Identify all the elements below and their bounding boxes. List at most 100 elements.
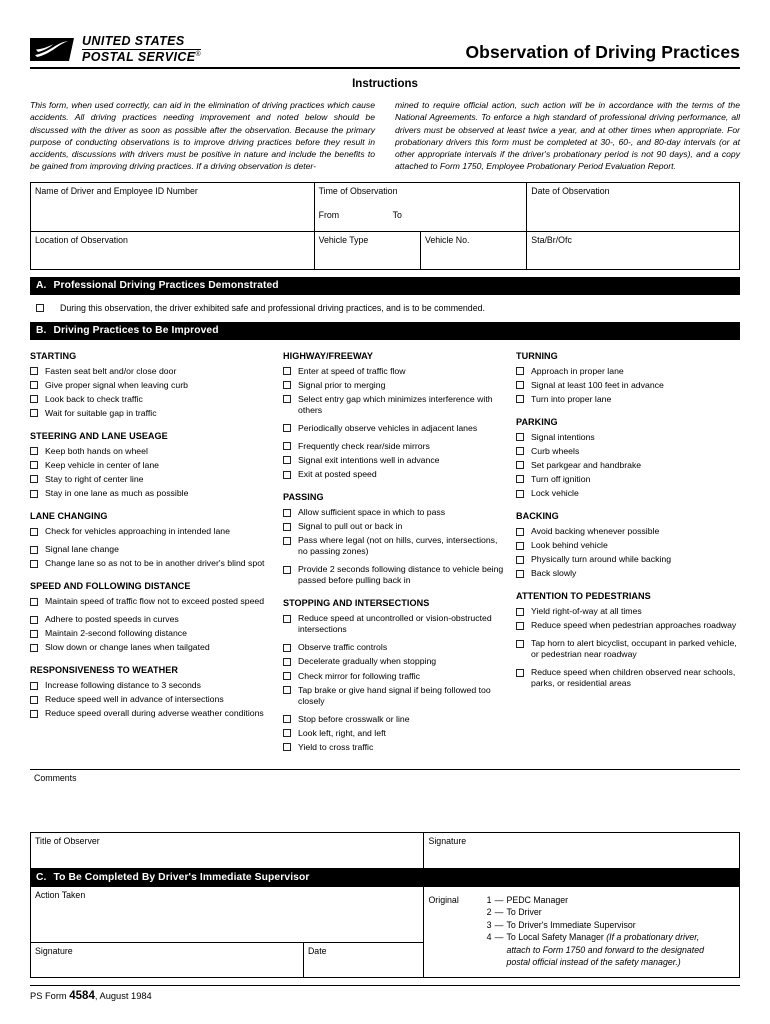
checkbox[interactable] bbox=[30, 709, 38, 718]
practice-item[interactable]: Reduce speed when children observed near… bbox=[516, 667, 740, 689]
field-sta-br-ofc[interactable]: Sta/Br/Ofc bbox=[526, 230, 740, 270]
practice-item[interactable]: Look behind vehicle bbox=[516, 540, 740, 551]
checkbox[interactable] bbox=[283, 424, 291, 433]
field-action-taken[interactable]: Action Taken bbox=[29, 886, 425, 943]
practice-item[interactable]: Check mirror for following traffic bbox=[283, 671, 508, 682]
practice-item[interactable]: Signal intentions bbox=[516, 432, 740, 443]
practice-item[interactable]: Fasten seat belt and/or close door bbox=[30, 366, 275, 377]
practice-item[interactable]: Turn off ignition bbox=[516, 474, 740, 485]
practice-item[interactable]: Avoid backing whenever possible bbox=[516, 526, 740, 537]
checkbox[interactable] bbox=[30, 695, 38, 704]
checkbox[interactable] bbox=[516, 447, 524, 456]
practice-item[interactable]: Maintain 2-second following distance bbox=[30, 628, 275, 639]
practice-item[interactable]: Check for vehicles approaching in intend… bbox=[30, 526, 275, 537]
checkbox[interactable] bbox=[30, 527, 38, 536]
field-name-of-driver[interactable]: Name of Driver and Employee ID Number bbox=[30, 181, 315, 232]
practice-item[interactable]: Back slowly bbox=[516, 568, 740, 579]
checkbox[interactable] bbox=[283, 672, 291, 681]
practice-item[interactable]: Stay to right of center line bbox=[30, 474, 275, 485]
checkbox[interactable] bbox=[516, 381, 524, 390]
checkbox[interactable] bbox=[30, 395, 38, 404]
field-location-of-observation[interactable]: Location of Observation bbox=[30, 230, 315, 270]
practice-item[interactable]: Stay in one lane as much as possible bbox=[30, 488, 275, 499]
field-supervisor-signature[interactable]: Signature bbox=[30, 941, 304, 978]
checkbox[interactable] bbox=[516, 668, 524, 677]
checkbox-commended[interactable] bbox=[36, 304, 44, 313]
practice-item[interactable]: Signal lane change bbox=[30, 544, 275, 555]
checkbox[interactable] bbox=[283, 536, 291, 545]
checkbox[interactable] bbox=[516, 555, 524, 564]
practice-item[interactable]: Lock vehicle bbox=[516, 488, 740, 499]
checkbox[interactable] bbox=[283, 657, 291, 666]
checkbox[interactable] bbox=[30, 545, 38, 554]
checkbox[interactable] bbox=[30, 629, 38, 638]
practice-item[interactable]: Observe traffic controls bbox=[283, 642, 508, 653]
checkbox[interactable] bbox=[516, 489, 524, 498]
practice-item[interactable]: Increase following distance to 3 seconds bbox=[30, 680, 275, 691]
checkbox[interactable] bbox=[516, 569, 524, 578]
checkbox[interactable] bbox=[516, 607, 524, 616]
field-observer-signature[interactable]: Signature bbox=[423, 831, 740, 869]
checkbox[interactable] bbox=[516, 367, 524, 376]
practice-item[interactable]: Approach in proper lane bbox=[516, 366, 740, 377]
practice-item[interactable]: Exit at posted speed bbox=[283, 469, 508, 480]
checkbox[interactable] bbox=[516, 433, 524, 442]
checkbox[interactable] bbox=[30, 681, 38, 690]
checkbox[interactable] bbox=[30, 559, 38, 568]
checkbox[interactable] bbox=[516, 621, 524, 630]
practice-item[interactable]: Look back to check traffic bbox=[30, 394, 275, 405]
checkbox[interactable] bbox=[516, 475, 524, 484]
practice-item[interactable]: Reduce speed overall during adverse weat… bbox=[30, 708, 275, 719]
practice-item[interactable]: Maintain speed of traffic flow not to ex… bbox=[30, 596, 275, 607]
practice-item[interactable]: Allow sufficient space in which to pass bbox=[283, 507, 508, 518]
practice-item[interactable]: Tap horn to alert bicyclist, occupant in… bbox=[516, 638, 740, 660]
checkbox[interactable] bbox=[283, 715, 291, 724]
checkbox[interactable] bbox=[283, 442, 291, 451]
field-vehicle-no[interactable]: Vehicle No. bbox=[419, 230, 528, 270]
checkbox[interactable] bbox=[283, 470, 291, 479]
practice-item[interactable]: Give proper signal when leaving curb bbox=[30, 380, 275, 391]
checkbox[interactable] bbox=[283, 729, 291, 738]
field-vehicle-type[interactable]: Vehicle Type bbox=[313, 230, 421, 270]
practice-item[interactable]: Keep both hands on wheel bbox=[30, 446, 275, 457]
checkbox[interactable] bbox=[30, 409, 38, 418]
practice-item[interactable]: Reduce speed when pedestrian approaches … bbox=[516, 620, 740, 631]
checkbox[interactable] bbox=[283, 508, 291, 517]
practice-item[interactable]: Periodically observe vehicles in adjacen… bbox=[283, 423, 508, 434]
checkbox[interactable] bbox=[30, 489, 38, 498]
checkbox[interactable] bbox=[30, 475, 38, 484]
practice-item[interactable]: Yield to cross traffic bbox=[283, 742, 508, 753]
checkbox[interactable] bbox=[283, 381, 291, 390]
checkbox[interactable] bbox=[30, 615, 38, 624]
practice-item[interactable]: Slow down or change lanes when tailgated bbox=[30, 642, 275, 653]
checkbox[interactable] bbox=[30, 597, 38, 606]
checkbox[interactable] bbox=[30, 367, 38, 376]
practice-item[interactable]: Turn into proper lane bbox=[516, 394, 740, 405]
practice-item[interactable]: Reduce speed at uncontrolled or vision-o… bbox=[283, 613, 508, 635]
checkbox[interactable] bbox=[283, 686, 291, 695]
checkbox[interactable] bbox=[283, 456, 291, 465]
practice-item[interactable]: Enter at speed of traffic flow bbox=[283, 366, 508, 377]
practice-item[interactable]: Yield right-of-way at all times bbox=[516, 606, 740, 617]
checkbox[interactable] bbox=[30, 381, 38, 390]
checkbox[interactable] bbox=[30, 447, 38, 456]
practice-item[interactable]: Reduce speed well in advance of intersec… bbox=[30, 694, 275, 705]
checkbox[interactable] bbox=[283, 614, 291, 623]
field-title-of-observer[interactable]: Title of Observer bbox=[29, 831, 425, 869]
practice-item[interactable]: Keep vehicle in center of lane bbox=[30, 460, 275, 471]
checkbox[interactable] bbox=[283, 743, 291, 752]
comments-area[interactable]: Comments bbox=[30, 770, 740, 832]
checkbox[interactable] bbox=[283, 395, 291, 404]
checkbox[interactable] bbox=[516, 541, 524, 550]
practice-item[interactable]: Curb wheels bbox=[516, 446, 740, 457]
checkbox[interactable] bbox=[283, 367, 291, 376]
practice-item[interactable]: Select entry gap which minimizes interfe… bbox=[283, 394, 508, 416]
practice-item[interactable]: Wait for suitable gap in traffic bbox=[30, 408, 275, 419]
practice-item[interactable]: Signal prior to merging bbox=[283, 380, 508, 391]
checkbox[interactable] bbox=[30, 461, 38, 470]
checkbox[interactable] bbox=[516, 639, 524, 648]
practice-item[interactable]: Frequently check rear/side mirrors bbox=[283, 441, 508, 452]
checkbox[interactable] bbox=[30, 643, 38, 652]
checkbox[interactable] bbox=[283, 522, 291, 531]
practice-item[interactable]: Look left, right, and left bbox=[283, 728, 508, 739]
